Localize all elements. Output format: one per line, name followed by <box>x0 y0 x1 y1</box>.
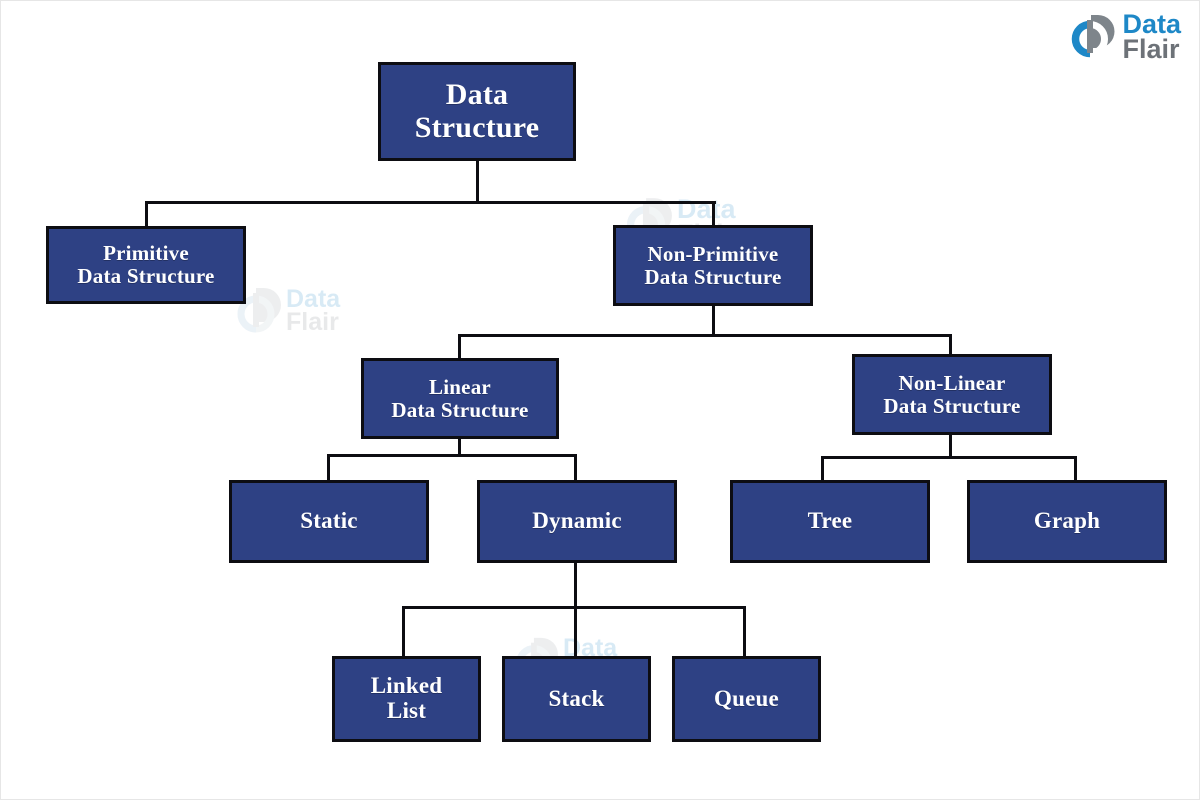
node-non-primitive-data-structure[interactable]: Non-Primitive Data Structure <box>613 225 813 306</box>
node-graph[interactable]: Graph <box>967 480 1167 563</box>
connector-root-bar <box>145 201 716 204</box>
node-label: Data Structure <box>414 78 540 144</box>
diagram-canvas: Data Flair Data Flair Data Flair <box>0 0 1200 800</box>
node-label: Linear Data Structure <box>391 374 529 422</box>
node-label: Linked List <box>370 673 443 723</box>
connector-to-linear <box>458 334 461 360</box>
node-linked-list[interactable]: Linked List <box>332 656 481 742</box>
connector-to-primitive <box>145 201 148 228</box>
node-label: Stack <box>548 685 605 711</box>
node-label: Graph <box>1033 508 1101 534</box>
node-label: Non-Primitive Data Structure <box>644 241 782 289</box>
node-queue[interactable]: Queue <box>672 656 821 742</box>
connector-root-stem <box>476 161 479 204</box>
node-label: Tree <box>807 508 853 534</box>
connector-nonlinear-stem <box>949 435 952 457</box>
connector-to-queue <box>743 606 746 658</box>
node-tree[interactable]: Tree <box>730 480 930 563</box>
connector-to-graph <box>1074 456 1077 482</box>
node-linear-data-structure[interactable]: Linear Data Structure <box>361 358 559 439</box>
connector-to-static <box>327 454 330 482</box>
node-label: Non-Linear Data Structure <box>883 370 1021 418</box>
node-label: Queue <box>714 685 779 711</box>
node-non-linear-data-structure[interactable]: Non-Linear Data Structure <box>852 354 1052 435</box>
node-primitive-data-structure[interactable]: Primitive Data Structure <box>46 226 246 304</box>
connector-to-non-primitive <box>712 201 715 227</box>
node-static[interactable]: Static <box>229 480 429 563</box>
node-label: Static <box>300 508 358 534</box>
dataflair-logo-icon <box>1072 15 1115 58</box>
connector-to-stack <box>574 606 577 658</box>
connector-to-non-linear <box>949 334 952 356</box>
connector-linear-bar <box>327 454 577 457</box>
brand-name: Data Flair <box>1122 8 1181 64</box>
node-dynamic[interactable]: Dynamic <box>477 480 677 563</box>
connector-to-linked-list <box>402 606 405 658</box>
node-stack[interactable]: Stack <box>502 656 651 742</box>
connector-dynamic-stem <box>574 563 577 608</box>
watermark-text: Data Flair <box>286 284 341 336</box>
connector-nonprimitive-bar <box>458 334 952 337</box>
connector-to-dynamic <box>574 454 577 482</box>
brand-logo: Data Flair <box>1061 8 1181 64</box>
node-data-structure[interactable]: Data Structure <box>378 62 576 161</box>
node-label: Primitive Data Structure <box>77 241 215 288</box>
connector-nonprimitive-stem <box>712 306 715 337</box>
node-label: Dynamic <box>532 508 622 534</box>
connector-to-tree <box>821 456 824 482</box>
connector-nonlinear-bar <box>821 456 1077 459</box>
